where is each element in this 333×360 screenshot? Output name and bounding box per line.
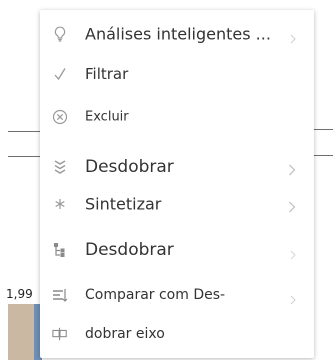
menu-item-exclude[interactable]: Excluir bbox=[40, 99, 314, 135]
lightbulb-icon bbox=[52, 26, 68, 42]
chart-gridline-left-upper bbox=[8, 131, 42, 132]
menu-item-label: Excluir bbox=[85, 109, 129, 125]
chevron-right-icon bbox=[290, 29, 296, 44]
menu-item-label: Filtrar bbox=[85, 65, 129, 83]
checkmark-icon bbox=[52, 66, 68, 82]
menu-item-filter[interactable]: Filtrar bbox=[40, 56, 314, 92]
menu-item-label: Sintetizar bbox=[85, 194, 162, 214]
context-menu: Análises inteligentes ... Filtrar Exclui… bbox=[40, 10, 314, 358]
menu-item-compare[interactable]: Comparar com Des- bbox=[40, 277, 314, 313]
menu-item-drill-hierarchy[interactable]: Desdobrar bbox=[40, 232, 314, 268]
menu-item-label: dobrar eixo bbox=[85, 326, 165, 342]
chevron-right-icon bbox=[290, 290, 296, 305]
chart-gridline-right-lower bbox=[314, 155, 333, 156]
menu-item-drill-down[interactable]: Desdobrar bbox=[40, 149, 314, 185]
exclude-circle-x-icon bbox=[52, 109, 68, 125]
menu-item-summarize[interactable]: Sintetizar bbox=[40, 186, 314, 222]
asterisk-icon bbox=[52, 196, 68, 212]
chart-bar-fragment bbox=[8, 304, 42, 360]
chevron-right-icon bbox=[288, 161, 296, 176]
axis-value-label: 1,99 bbox=[0, 284, 40, 304]
menu-item-label: Comparar com Des- bbox=[85, 287, 226, 303]
menu-item-label: Análises inteligentes ... bbox=[85, 24, 271, 44]
swap-axis-icon bbox=[52, 326, 68, 342]
chart-gridline-right-upper bbox=[314, 129, 333, 130]
chart-gridline-left-lower bbox=[8, 156, 42, 157]
menu-item-label: Desdobrar bbox=[85, 240, 174, 260]
menu-item-swap-axis[interactable]: dobrar eixo bbox=[40, 316, 314, 352]
menu-item-label: Desdobrar bbox=[85, 157, 174, 177]
compare-icon bbox=[52, 287, 68, 303]
hierarchy-icon bbox=[52, 242, 68, 258]
chevron-right-icon bbox=[290, 245, 296, 260]
chevron-right-icon bbox=[288, 198, 296, 213]
menu-item-smart-insights[interactable]: Análises inteligentes ... bbox=[40, 16, 314, 52]
drill-down-chevrons-icon bbox=[52, 159, 68, 175]
